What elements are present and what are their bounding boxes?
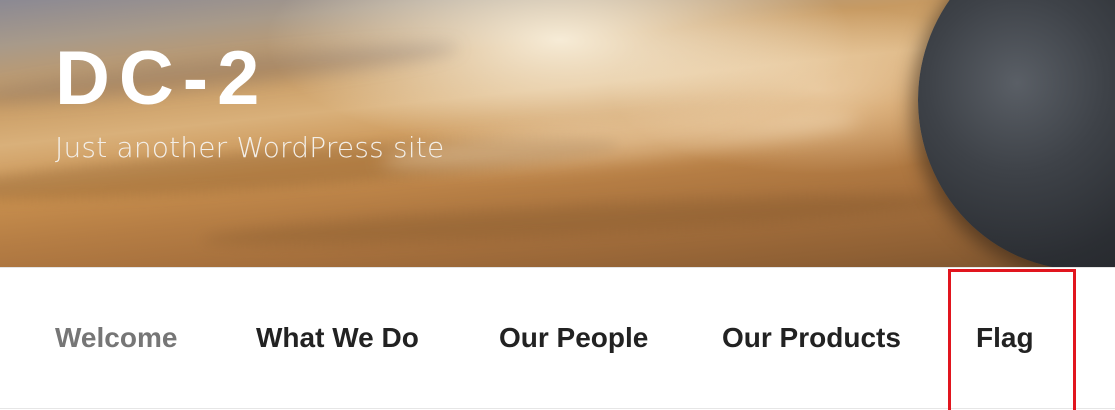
site-header: DC-2 Just another WordPress site	[0, 0, 1115, 267]
nav-item-our-products[interactable]: Our Products	[722, 320, 901, 356]
nav-item-our-people[interactable]: Our People	[499, 320, 648, 356]
nav-item-what-we-do[interactable]: What We Do	[256, 320, 419, 356]
header-image-sphere	[918, 0, 1115, 267]
site-title[interactable]: DC-2	[55, 36, 268, 122]
header-image-streak	[199, 185, 951, 255]
nav-item-welcome[interactable]: Welcome	[55, 320, 177, 356]
header-image-streak	[379, 99, 861, 181]
main-navigation: Welcome What We Do Our People Our Produc…	[0, 267, 1115, 409]
site-description: Just another WordPress site	[55, 131, 445, 164]
nav-item-flag[interactable]: Flag	[976, 320, 1034, 356]
